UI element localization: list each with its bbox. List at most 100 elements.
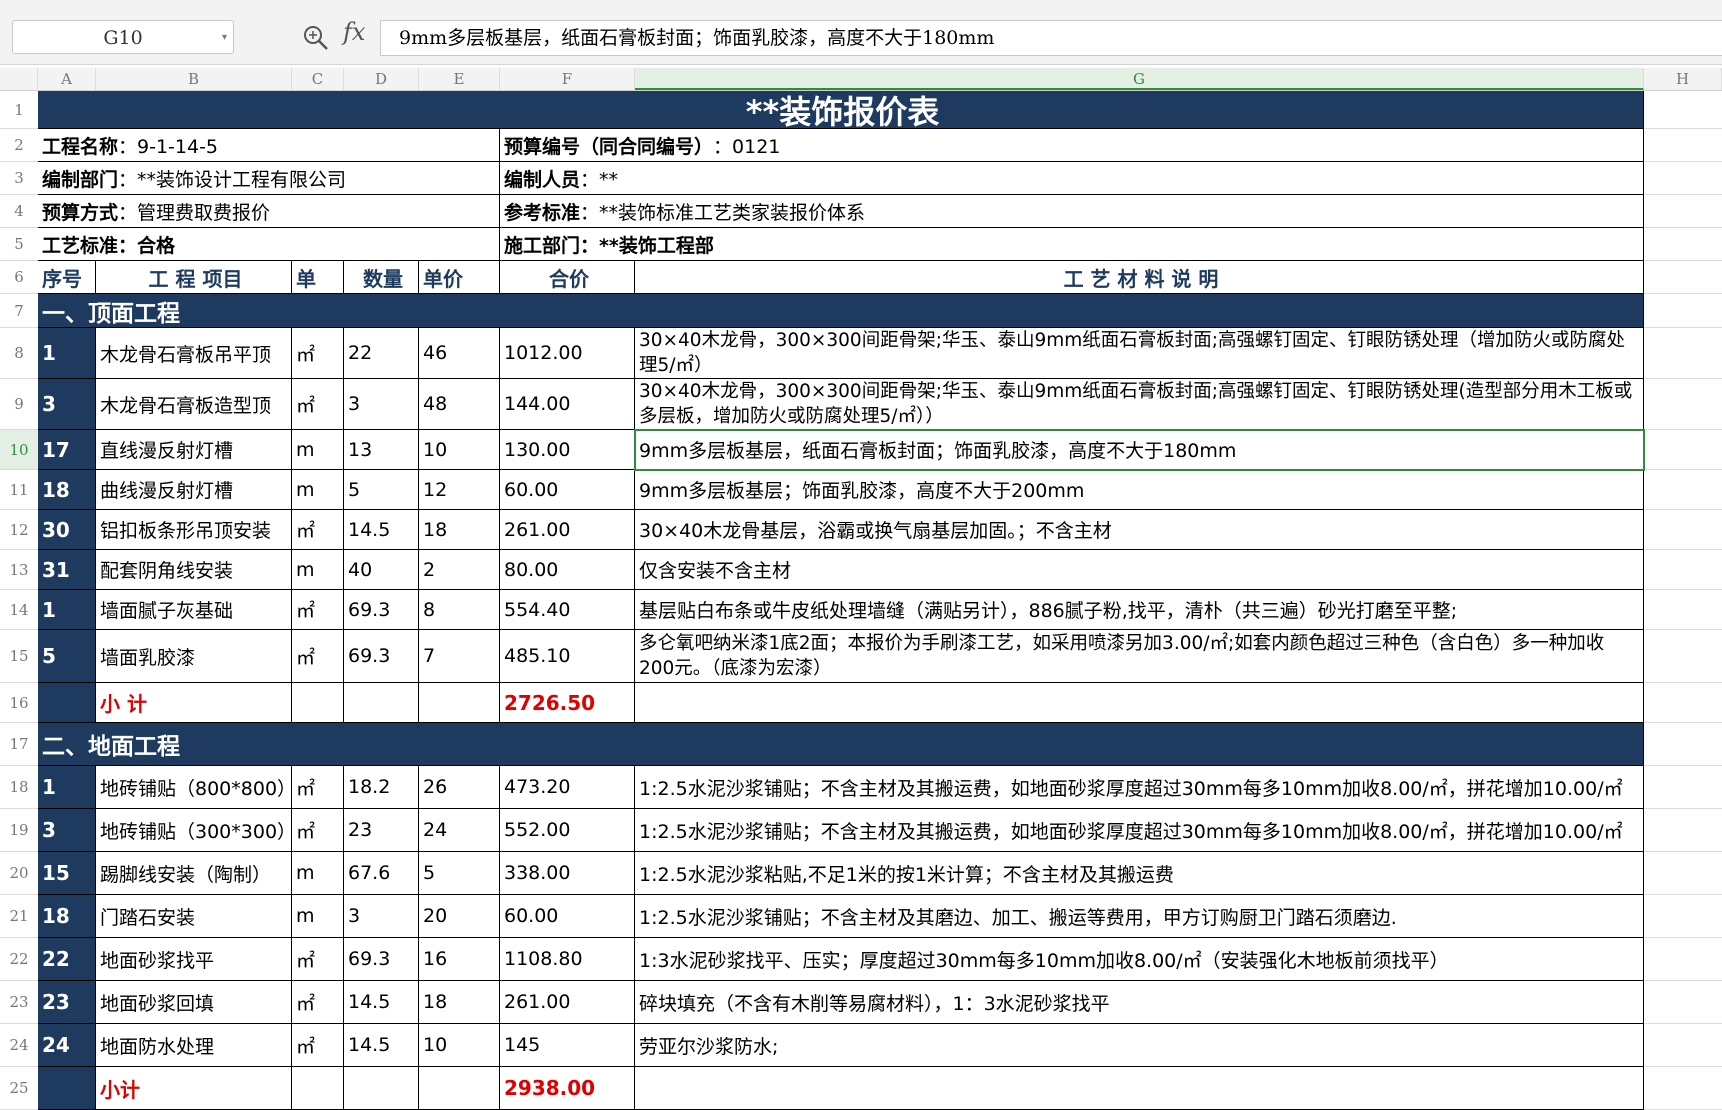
row-header-10[interactable]: 10 (0, 430, 38, 470)
item-unit-price[interactable]: 16 (419, 938, 500, 981)
subtotal-empty-g[interactable] (635, 683, 1644, 723)
item-quantity[interactable]: 3 (344, 895, 419, 938)
item-unit[interactable]: m (292, 470, 344, 510)
column-h-cell[interactable] (1644, 294, 1722, 328)
item-unit-price[interactable]: 24 (419, 809, 500, 852)
item-unit[interactable]: m (292, 430, 344, 470)
item-number[interactable]: 1 (38, 328, 96, 379)
item-total[interactable]: 473.20 (500, 766, 635, 809)
column-h-cell[interactable] (1644, 1024, 1722, 1067)
item-name[interactable]: 配套阴角线安装 (96, 550, 292, 590)
name-box[interactable]: G10 ▾ (12, 20, 234, 54)
item-unit-price[interactable]: 2 (419, 550, 500, 590)
column-h-cell[interactable] (1644, 852, 1722, 895)
column-h-cell[interactable] (1644, 683, 1722, 723)
column-header-h[interactable]: H (1644, 68, 1722, 90)
item-quantity[interactable]: 18.2 (344, 766, 419, 809)
subtotal-label[interactable]: 小 计 (96, 683, 292, 723)
column-title-7[interactable]: 工 艺 材 料 说 明 (635, 261, 1644, 294)
item-unit[interactable]: ㎡ (292, 630, 344, 683)
column-h-cell[interactable] (1644, 328, 1722, 379)
item-name[interactable]: 地面砂浆回填 (96, 981, 292, 1024)
item-unit[interactable]: ㎡ (292, 809, 344, 852)
row-header-17[interactable]: 17 (0, 723, 38, 766)
item-description[interactable]: 1:2.5水泥沙浆铺贴；不含主材及其搬运费，如地面砂浆厚度超过30mm每多10m… (635, 809, 1644, 852)
item-unit[interactable]: ㎡ (292, 590, 344, 630)
column-title-3[interactable]: 单 (292, 261, 344, 294)
item-name[interactable]: 墙面乳胶漆 (96, 630, 292, 683)
column-h-cell[interactable] (1644, 261, 1722, 294)
column-h-cell[interactable] (1644, 129, 1722, 162)
item-name[interactable]: 地砖铺贴（800*800） (96, 766, 292, 809)
item-number[interactable]: 3 (38, 379, 96, 430)
item-number[interactable]: 15 (38, 852, 96, 895)
column-h-cell[interactable] (1644, 895, 1722, 938)
sheet-title[interactable]: **装饰报价表 (38, 91, 1644, 129)
item-unit[interactable]: ㎡ (292, 1024, 344, 1067)
column-h-cell[interactable] (1644, 766, 1722, 809)
item-total[interactable]: 80.00 (500, 550, 635, 590)
info-left-0[interactable]: 工程名称 ：9-1-14-5 (38, 129, 500, 162)
subtotal-label[interactable]: 小计 (96, 1067, 292, 1110)
item-name[interactable]: 地砖铺贴（300*300） (96, 809, 292, 852)
subtotal-index[interactable] (38, 1067, 96, 1110)
item-description[interactable]: 多仑氧吧纳米漆1底2面；本报价为手刷漆工艺，如采用喷漆另加3.00/㎡;如套内颜… (635, 630, 1644, 683)
column-header-b[interactable]: B (96, 68, 292, 90)
column-title-1[interactable]: 序号 (38, 261, 96, 294)
item-unit[interactable]: ㎡ (292, 766, 344, 809)
column-h-cell[interactable] (1644, 809, 1722, 852)
chevron-down-icon[interactable]: ▾ (222, 21, 227, 55)
item-total[interactable]: 60.00 (500, 470, 635, 510)
item-unit[interactable]: ㎡ (292, 938, 344, 981)
item-total[interactable]: 1012.00 (500, 328, 635, 379)
item-description[interactable]: 9mm多层板基层；饰面乳胶漆，高度不大于200mm (635, 470, 1644, 510)
column-title-4[interactable]: 数量 (344, 261, 419, 294)
column-h-cell[interactable] (1644, 938, 1722, 981)
column-h-cell[interactable] (1644, 470, 1722, 510)
item-description[interactable]: 30×40木龙骨基层，浴霸或换气扇基层加固。；不含主材 (635, 510, 1644, 550)
item-total[interactable]: 144.00 (500, 379, 635, 430)
item-unit-price[interactable]: 18 (419, 510, 500, 550)
item-total[interactable]: 60.00 (500, 895, 635, 938)
item-unit-price[interactable]: 18 (419, 981, 500, 1024)
item-description[interactable]: 1:2.5水泥沙浆粘贴,不足1米的按1米计算；不含主材及其搬运费 (635, 852, 1644, 895)
item-unit-price[interactable]: 8 (419, 590, 500, 630)
subtotal-empty-c[interactable] (292, 1067, 344, 1110)
item-unit-price[interactable]: 48 (419, 379, 500, 430)
column-header-e[interactable]: E (419, 68, 500, 90)
item-description[interactable]: 30×40木龙骨，300×300间距骨架;华玉、泰山9mm纸面石膏板封面;高强螺… (635, 328, 1644, 379)
subtotal-value[interactable]: 2726.50 (500, 683, 635, 723)
row-header-22[interactable]: 22 (0, 938, 38, 981)
subtotal-empty-g[interactable] (635, 1067, 1644, 1110)
item-quantity[interactable]: 69.3 (344, 938, 419, 981)
row-header-19[interactable]: 19 (0, 809, 38, 852)
info-left-3[interactable]: 工艺标准：合格 (38, 228, 500, 261)
item-unit-price[interactable]: 46 (419, 328, 500, 379)
subtotal-empty-d[interactable] (344, 1067, 419, 1110)
column-h-cell[interactable] (1644, 723, 1722, 766)
item-name[interactable]: 墙面腻子灰基础 (96, 590, 292, 630)
row-header-15[interactable]: 15 (0, 630, 38, 683)
row-header-3[interactable]: 3 (0, 162, 38, 195)
row-header-25[interactable]: 25 (0, 1067, 38, 1110)
column-h-cell[interactable] (1644, 550, 1722, 590)
row-header-14[interactable]: 14 (0, 590, 38, 630)
subtotal-index[interactable] (38, 683, 96, 723)
item-unit[interactable]: ㎡ (292, 328, 344, 379)
item-total[interactable]: 261.00 (500, 510, 635, 550)
section-title[interactable]: 二、地面工程 (38, 723, 1644, 766)
info-right-1[interactable]: 编制人员 ：** (500, 162, 1644, 195)
item-name[interactable]: 木龙骨石膏板吊平顶 (96, 328, 292, 379)
info-left-2[interactable]: 预算方式 ：管理费取费报价 (38, 195, 500, 228)
column-title-5[interactable]: 单价 (419, 261, 500, 294)
item-number[interactable]: 1 (38, 590, 96, 630)
item-description[interactable]: 碎块填充（不含有木削等易腐材料），1：3水泥砂浆找平 (635, 981, 1644, 1024)
column-header-f[interactable]: F (500, 68, 635, 90)
item-name[interactable]: 铝扣板条形吊顶安装 (96, 510, 292, 550)
item-unit-price[interactable]: 20 (419, 895, 500, 938)
section-title[interactable]: 一、顶面工程 (38, 294, 1644, 328)
column-header-g[interactable]: G (635, 68, 1644, 90)
item-unit-price[interactable]: 10 (419, 1024, 500, 1067)
column-h-cell[interactable] (1644, 1067, 1722, 1110)
item-unit[interactable]: m (292, 550, 344, 590)
